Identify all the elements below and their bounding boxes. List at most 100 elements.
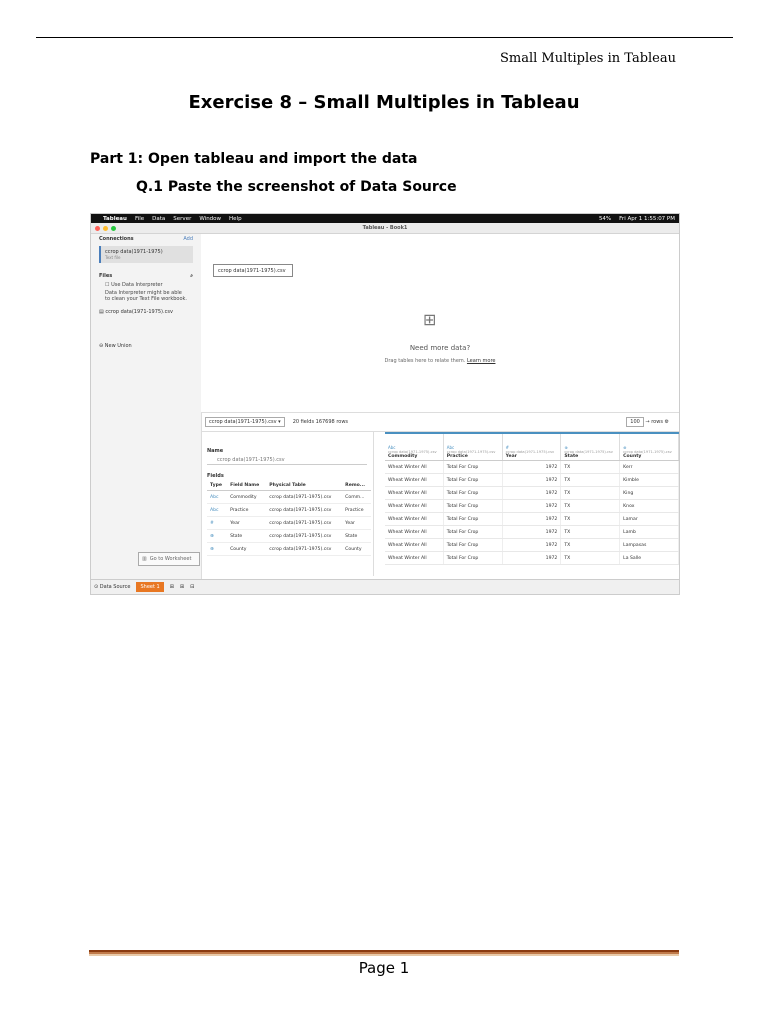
footer-rule (89, 950, 679, 956)
canvas-table[interactable]: ccrop data(1971-1975).csv (213, 264, 293, 277)
grid-cell: Total For Crop (443, 499, 503, 513)
field-row[interactable]: ⊕ County ccrop data(1971-1975).csv County (207, 542, 371, 556)
menu-file[interactable]: File (135, 216, 144, 222)
grid-cell: Total For Crop (443, 538, 503, 552)
grid-column-header[interactable]: ⊕ ccrop data(1971-1975).csv State (560, 434, 621, 461)
grid-cell: Wheat Winter All (385, 460, 444, 474)
grid-cell: Wheat Winter All (385, 499, 444, 513)
field-row[interactable]: # Year ccrop data(1971-1975).csv Year (207, 516, 371, 530)
need-more-data: Need more data? (409, 344, 471, 352)
new-sheet-icon[interactable]: ⊞ (170, 584, 174, 590)
grid-column-header[interactable]: Abc ccrop data(1971-1975).csv Commodity (385, 434, 444, 461)
grid-cell: La Salle (619, 551, 679, 565)
grid-cell: Wheat Winter All (385, 525, 444, 539)
tableau-screenshot: Tableau File Data Server Window Help 54%… (90, 213, 680, 595)
field-row[interactable]: ⊕ State ccrop data(1971-1975).csv State (207, 529, 371, 543)
field-row[interactable]: Abc Practice ccrop data(1971-1975).csv Prac… (207, 503, 371, 517)
running-header: Small Multiples in Tableau (499, 51, 676, 66)
grid-cell: Lampasas (619, 538, 679, 552)
grid-cell: Wheat Winter All (385, 512, 444, 526)
grid-cell: Wheat Winter All (385, 473, 444, 487)
grid-cell: TX (560, 525, 621, 539)
grid-cell: Total For Crop (443, 525, 503, 539)
field-physical-table: ccrop data(1971-1975).csv (266, 542, 343, 556)
field-remote-name: Comm... (342, 490, 371, 504)
search-icon[interactable]: ⌕ (190, 273, 193, 279)
connection-item[interactable]: ccrop data(1971-1975) Text file (99, 246, 193, 263)
grid-cell: 1972 (502, 538, 562, 552)
menu-help[interactable]: Help (229, 216, 242, 222)
fields-label: Fields (207, 473, 224, 479)
field-name: Commodity (227, 490, 267, 504)
grid-cell: Total For Crop (443, 460, 503, 474)
menu-server[interactable]: Server (173, 216, 191, 222)
grid-column-header[interactable]: ⊕ ccrop data(1971-1975).csv County (619, 434, 679, 461)
grid-cell: Knox (619, 499, 679, 513)
window-titlebar: Tableau - Book1 (91, 223, 679, 234)
table-select[interactable]: ccrop data(1971-1975).csv ▾ (205, 417, 285, 427)
rows-control[interactable]: 100 → rows ⚙ (626, 417, 679, 427)
relationship-icon: ⊞ (423, 310, 437, 329)
field-remote-name: County (342, 542, 371, 556)
field-physical-table: ccrop data(1971-1975).csv (266, 490, 343, 504)
grid-column-header[interactable]: Abc ccrop data(1971-1975).csv Practice (443, 434, 503, 461)
file-item[interactable]: ▤ ccrop data(1971-1975).csv (91, 307, 201, 317)
interpreter-note: Data Interpreter might be able to clean … (105, 290, 188, 302)
field-remote-name: State (342, 529, 371, 543)
grid-row: Wheat Winter All Total For Crop 1972 TX La S… (385, 551, 679, 565)
connection-type: Text file (105, 255, 121, 260)
connections-sidebar: Connections Add ccrop data(1971-1975) Tex… (91, 234, 202, 585)
menu-app[interactable]: Tableau (103, 216, 127, 222)
field-type: Abc (207, 490, 228, 504)
new-story-icon[interactable]: ⊟ (190, 584, 194, 590)
field-remote-name: Year (342, 516, 371, 530)
grid-cell: Wheat Winter All (385, 486, 444, 500)
grid-cell: 1972 (502, 551, 562, 565)
question-heading: Q.1 Paste the screenshot of Data Source (136, 179, 457, 195)
fields-table: Type Field Name Physical Table Remo... A… (207, 481, 371, 556)
learn-more-link[interactable]: Learn more (467, 358, 496, 364)
field-physical-table: ccrop data(1971-1975).csv (266, 529, 343, 543)
menu-window[interactable]: Window (199, 216, 221, 222)
field-remote-name: Practice (342, 503, 371, 517)
field-type: ⊕ (207, 529, 228, 543)
grid-cell: King (619, 486, 679, 500)
col-remote[interactable]: Remo... (342, 481, 371, 491)
new-union-item[interactable]: ⊖ New Union (91, 341, 201, 351)
battery-status: 54% (598, 215, 612, 222)
connections-label: Connections (99, 236, 134, 242)
add-connection-link[interactable]: Add (183, 236, 193, 242)
mac-menubar: Tableau File Data Server Window Help 54%… (91, 214, 679, 223)
chart-icon: ▥ (142, 556, 147, 562)
grid-row: Wheat Winter All Total For Crop 1972 TX Kerr (385, 460, 679, 474)
go-to-worksheet-button[interactable]: ▥ Go to Worksheet (138, 552, 200, 566)
name-value[interactable]: ccrop data(1971-1975).csv (207, 456, 367, 465)
col-type[interactable]: Type (207, 481, 228, 491)
grid-row: Wheat Winter All Total For Crop 1972 TX Knox (385, 499, 679, 513)
grid-cell: Kimble (619, 473, 679, 487)
field-type: Abc (207, 503, 228, 517)
field-physical-table: ccrop data(1971-1975).csv (266, 503, 343, 517)
new-dashboard-icon[interactable]: ⊞ (180, 584, 184, 590)
grid-cell: Wheat Winter All (385, 551, 444, 565)
column-name: Commodity (388, 454, 418, 459)
field-name: Practice (227, 503, 267, 517)
grid-cell: TX (560, 538, 621, 552)
column-name: State (564, 454, 579, 459)
tab-sheet-1[interactable]: Sheet 1 (136, 582, 164, 592)
grid-column-header[interactable]: # ccrop data(1971-1975).csv Year (502, 434, 562, 461)
grid-cell: Lamar (619, 512, 679, 526)
data-grid: Abc ccrop data(1971-1975).csv Commodity Abc… (385, 432, 679, 576)
field-name: Year (227, 516, 267, 530)
data-canvas: ccrop data(1971-1975).csv ⊞ Need more da… (201, 234, 679, 413)
col-field-name[interactable]: Field Name (227, 481, 267, 491)
data-interpreter-checkbox[interactable]: ☐ Use Data Interpreter (91, 281, 201, 289)
grid-cell: 1972 (502, 486, 562, 500)
menu-data[interactable]: Data (152, 216, 165, 222)
field-row[interactable]: Abc Commodity ccrop data(1971-1975).csv Com… (207, 490, 371, 504)
page-title: Exercise 8 – Small Multiples in Tableau (188, 92, 580, 113)
tab-data-source[interactable]: ⊙ Data Source (94, 584, 130, 590)
grid-cell: TX (560, 460, 621, 474)
grid-row: Wheat Winter All Total For Crop 1972 TX Lamb (385, 525, 679, 539)
col-physical-table[interactable]: Physical Table (266, 481, 343, 491)
